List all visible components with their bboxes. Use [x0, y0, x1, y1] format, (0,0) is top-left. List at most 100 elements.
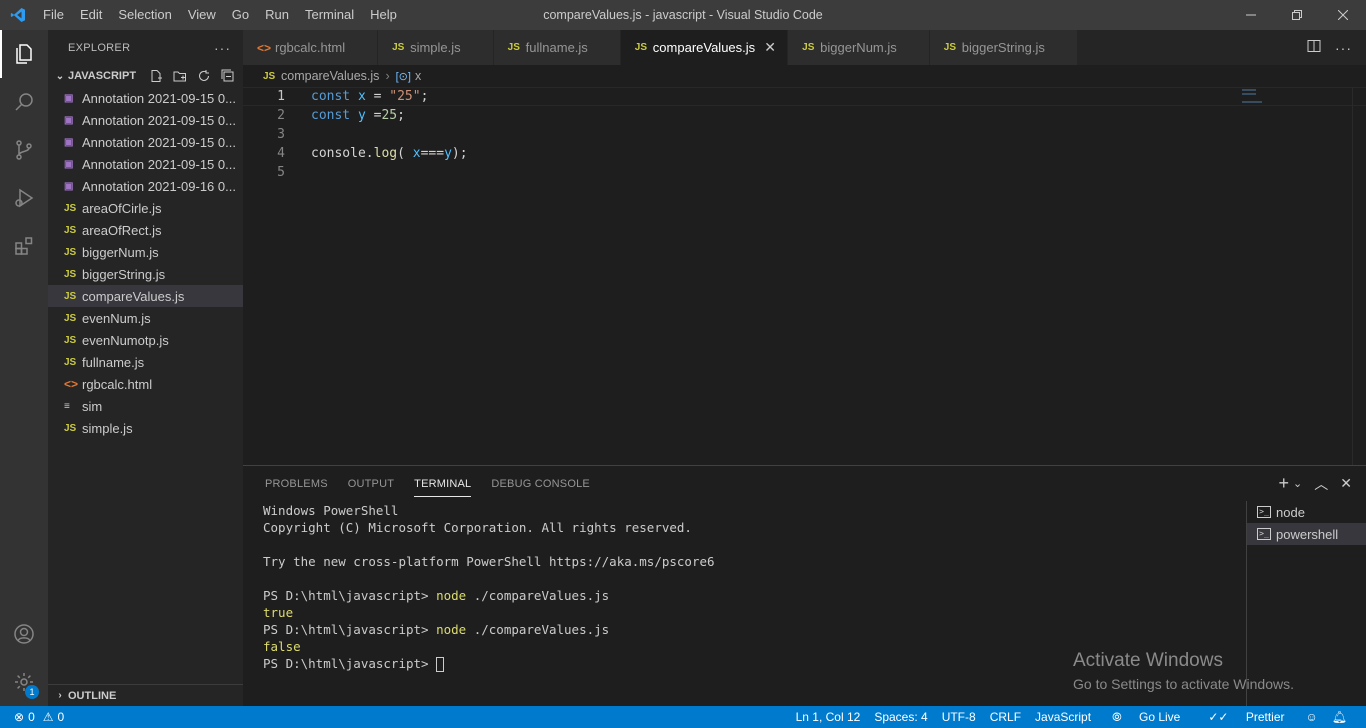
chevron-down-icon[interactable]: ⌄	[1293, 477, 1302, 490]
tab-label: compareValues.js	[652, 40, 756, 55]
terminal-text: Try the new cross-platform PowerShell ht…	[263, 554, 715, 569]
file-tree-item[interactable]: JS simple.js	[48, 417, 243, 439]
outline-section[interactable]: › OUTLINE	[48, 684, 243, 706]
breadcrumb-symbol[interactable]: x	[415, 69, 421, 83]
menu-item-selection[interactable]: Selection	[110, 0, 179, 30]
code-token: ;	[397, 108, 405, 123]
file-tree-item[interactable]: JS areaOfRect.js	[48, 219, 243, 241]
breadcrumb-separator: ›	[385, 69, 390, 83]
file-tree-item[interactable]: JS compareValues.js	[48, 285, 243, 307]
file-tree-item[interactable]: ▣ Annotation 2021-09-15 0...	[48, 109, 243, 131]
watermark-subtitle: Go to Settings to activate Windows.	[1073, 676, 1294, 692]
file-tree-item[interactable]: JS evenNumotp.js	[48, 329, 243, 351]
code-token: .	[365, 146, 374, 161]
collapse-all-icon[interactable]	[219, 67, 237, 85]
error-count: 0	[28, 710, 35, 724]
file-tree-item[interactable]: JS areaOfCirle.js	[48, 197, 243, 219]
file-tree-item[interactable]: ≡ sim	[48, 395, 243, 417]
new-file-icon[interactable]	[147, 67, 165, 85]
terminal-instance[interactable]: >_ node	[1247, 501, 1366, 523]
explorer-icon[interactable]	[0, 30, 48, 78]
title-bar: File Edit Selection View Go Run Terminal Help c…	[0, 0, 1366, 30]
menu-item-edit[interactable]: Edit	[72, 0, 110, 30]
editor-tab[interactable]: JS fullname.js	[493, 30, 621, 65]
menu-item-view[interactable]: View	[180, 0, 224, 30]
file-tree-item[interactable]: ▣ Annotation 2021-09-15 0...	[48, 87, 243, 109]
breadcrumb-file[interactable]: compareValues.js	[281, 69, 379, 83]
file-tree-item[interactable]: JS biggerString.js	[48, 263, 243, 285]
code-token: ;	[420, 89, 429, 104]
editor-tab[interactable]: JS simple.js	[378, 30, 494, 65]
file-tree-item[interactable]: JS biggerNum.js	[48, 241, 243, 263]
prettier-button[interactable]: ✓✓ Prettier	[1194, 710, 1298, 724]
source-control-icon[interactable]	[0, 126, 48, 174]
refresh-icon[interactable]	[195, 67, 213, 85]
restore-button[interactable]	[1274, 0, 1320, 30]
close-panel-icon[interactable]: ✕	[1340, 475, 1352, 492]
new-terminal-icon[interactable]: +	[1279, 473, 1290, 494]
code-token: ===	[420, 146, 445, 161]
indentation[interactable]: Spaces: 4	[867, 710, 934, 724]
panel-tab-output[interactable]: OUTPUT	[338, 466, 404, 501]
language-mode[interactable]: JavaScript	[1028, 710, 1098, 724]
menu-item-go[interactable]: Go	[224, 0, 257, 30]
settings-badge: 1	[25, 685, 39, 699]
file-name: Annotation 2021-09-15 0...	[82, 90, 236, 106]
terminal-line: Try the new cross-platform PowerShell ht…	[263, 553, 1243, 570]
minimap[interactable]	[1242, 87, 1352, 465]
maximize-panel-icon[interactable]: ︿	[1314, 474, 1328, 494]
menu-item-file[interactable]: File	[35, 0, 72, 30]
image-file-icon: ▣	[64, 136, 74, 148]
terminal-instance[interactable]: >_ powershell	[1247, 523, 1366, 545]
editor-tab[interactable]: <> rgbcalc.html	[243, 30, 379, 65]
menu-item-terminal[interactable]: Terminal	[297, 0, 362, 30]
code-token: (	[397, 146, 413, 161]
feedback-icon[interactable]: ☺	[1299, 710, 1325, 724]
code-token: y	[357, 108, 366, 123]
file-tree-item[interactable]: JS evenNum.js	[48, 307, 243, 329]
terminal-text: false	[263, 639, 301, 654]
accounts-icon[interactable]	[0, 610, 48, 658]
error-icon: ⊗	[14, 710, 25, 724]
panel-tab-debug-console[interactable]: DEBUG CONSOLE	[481, 466, 600, 501]
editor-scrollbar[interactable]	[1352, 87, 1366, 465]
editor-tab[interactable]: JS biggerNum.js	[788, 30, 930, 65]
close-tab-icon[interactable]: ✕	[763, 39, 777, 56]
split-editor-icon[interactable]	[1307, 39, 1321, 56]
notifications-bell-icon[interactable]: 🔔︎	[1325, 710, 1354, 724]
problems-status[interactable]: ⊗ 0 ⚠ 0	[0, 710, 64, 724]
folder-header[interactable]: ⌄ JAVASCRIPT	[48, 65, 243, 87]
go-live-button[interactable]: ⦾ Go Live	[1098, 710, 1194, 725]
end-of-line[interactable]: CRLF	[983, 710, 1028, 724]
close-window-button[interactable]	[1320, 0, 1366, 30]
code-editor[interactable]: 1 const x = "25"; 2 const y =25; 3 4 console.l…	[243, 87, 1366, 465]
file-tree-item[interactable]: <> rgbcalc.html	[48, 373, 243, 395]
file-name: simple.js	[82, 420, 133, 436]
more-editor-actions-icon[interactable]: ···	[1335, 40, 1352, 56]
file-tree-item[interactable]: ▣ Annotation 2021-09-15 0...	[48, 153, 243, 175]
menu-item-run[interactable]: Run	[257, 0, 297, 30]
run-debug-icon[interactable]	[0, 174, 48, 222]
menu-item-help[interactable]: Help	[362, 0, 405, 30]
terminal-output[interactable]: Windows PowerShell Copyright (C) Microsof…	[263, 502, 1243, 672]
minimize-button[interactable]	[1228, 0, 1274, 30]
menu-bar: File Edit Selection View Go Run Terminal Help	[35, 0, 405, 30]
more-actions-icon[interactable]: ···	[214, 40, 231, 56]
file-tree-item[interactable]: ▣ Annotation 2021-09-15 0...	[48, 131, 243, 153]
file-tree-item[interactable]: ▣ Annotation 2021-09-16 0...	[48, 175, 243, 197]
encoding[interactable]: UTF-8	[935, 710, 983, 724]
terminal-line: PS D:\html\javascript> node ./compareVal…	[263, 621, 1243, 638]
search-icon[interactable]	[0, 78, 48, 126]
js-file-icon: JS	[802, 42, 815, 53]
extensions-icon[interactable]	[0, 222, 48, 270]
editor-tab[interactable]: JS biggerString.js	[929, 30, 1078, 65]
settings-gear-icon[interactable]: 1	[0, 658, 48, 706]
file-name: areaOfCirle.js	[82, 200, 162, 216]
new-folder-icon[interactable]	[171, 67, 189, 85]
go-live-label: Go Live	[1139, 709, 1181, 724]
panel-tab-problems[interactable]: PROBLEMS	[255, 466, 338, 501]
editor-tab[interactable]: JS compareValues.js ✕	[620, 30, 789, 65]
file-tree-item[interactable]: JS fullname.js	[48, 351, 243, 373]
panel-tab-terminal[interactable]: TERMINAL	[404, 466, 481, 501]
cursor-position[interactable]: Ln 1, Col 12	[789, 710, 868, 724]
